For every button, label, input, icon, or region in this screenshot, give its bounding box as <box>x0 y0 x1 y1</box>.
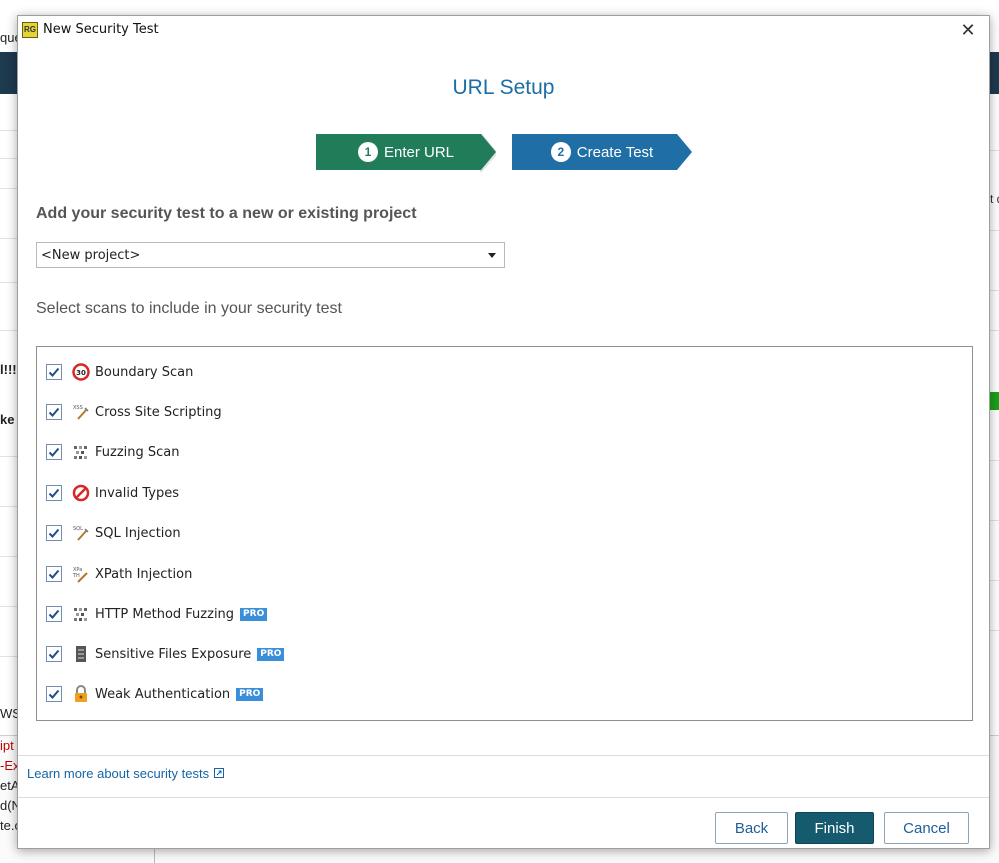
project-select-value: <New project> <box>41 248 141 263</box>
divider <box>18 797 989 798</box>
scan-checkbox[interactable] <box>46 525 62 541</box>
xss-icon: XSS <box>72 403 90 421</box>
external-link-icon <box>214 766 225 781</box>
close-button[interactable]: ✕ <box>955 18 981 42</box>
scan-label: XPath Injection <box>95 566 193 582</box>
bg-text: l!!! <box>0 362 17 377</box>
scan-checkbox[interactable] <box>46 444 62 460</box>
bg-text: ke <box>0 412 15 427</box>
scan-checkbox[interactable] <box>46 404 62 420</box>
pro-badge: PRO <box>240 607 268 621</box>
scan-label: Boundary Scan <box>95 364 194 380</box>
file-icon <box>72 645 90 663</box>
scan-label: Weak Authentication <box>95 686 231 702</box>
title-bar: RG New Security Test ✕ <box>18 16 989 44</box>
scan-checkbox[interactable] <box>46 566 62 582</box>
lock-icon <box>72 685 90 703</box>
boundary-icon: 30 <box>72 363 90 381</box>
scan-item-xss: XSS Cross Site Scripting <box>46 401 222 423</box>
learn-more-label: Learn more about security tests <box>27 766 210 781</box>
step-label: Create Test <box>576 143 654 161</box>
step-enter-url: 1 Enter URL <box>316 134 496 170</box>
cancel-button[interactable]: Cancel <box>884 812 969 844</box>
sql-icon: SQL <box>72 524 90 542</box>
divider <box>18 755 989 756</box>
new-security-test-dialog: RG New Security Test ✕ URL Setup 1 Enter… <box>17 15 990 849</box>
scan-checkbox[interactable] <box>46 686 62 702</box>
step-label: Enter URL <box>383 143 455 161</box>
scan-item-sensitive-files: Sensitive Files Exposure PRO <box>46 643 285 665</box>
http-fuzzing-icon <box>72 605 90 623</box>
scan-label: Cross Site Scripting <box>95 404 222 420</box>
app-logo-icon: RG <box>22 22 38 38</box>
fuzzing-icon <box>72 443 90 461</box>
scan-checkbox[interactable] <box>46 364 62 380</box>
pro-badge: PRO <box>236 687 264 701</box>
svg-text:30: 30 <box>76 369 86 377</box>
scan-item-sql: SQL SQL Injection <box>46 522 181 544</box>
scan-checkbox[interactable] <box>46 485 62 501</box>
learn-more-link[interactable]: Learn more about security tests <box>27 766 225 781</box>
project-heading: Add your security test to a new or exist… <box>36 205 417 222</box>
scan-checkbox[interactable] <box>46 646 62 662</box>
bg-text: t d <box>990 192 999 206</box>
xpath-icon: XPa TH <box>72 565 90 583</box>
pro-badge: PRO <box>257 647 285 661</box>
scan-label: Fuzzing Scan <box>95 444 180 460</box>
scan-item-invalid-types: Invalid Types <box>46 482 179 504</box>
scan-label: HTTP Method Fuzzing <box>95 606 235 622</box>
scan-item-http-method-fuzzing: HTTP Method Fuzzing PRO <box>46 603 268 625</box>
svg-text:XSS: XSS <box>73 405 83 411</box>
svg-text:SQL: SQL <box>73 526 83 532</box>
svg-text:TH: TH <box>72 573 80 579</box>
bg-text: ipt <box>0 738 14 753</box>
scan-checkbox[interactable] <box>46 606 62 622</box>
step-number: 1 <box>357 142 378 162</box>
scan-label: SQL Injection <box>95 525 181 541</box>
scans-heading: Select scans to include in your security… <box>36 300 342 317</box>
scan-item-boundary: 30 Boundary Scan <box>46 361 193 383</box>
finish-button[interactable]: Finish <box>795 812 874 844</box>
scan-label: Invalid Types <box>95 485 179 501</box>
project-select[interactable]: <New project> <box>36 242 505 268</box>
scan-label: Sensitive Files Exposure <box>95 646 252 662</box>
back-button[interactable]: Back <box>715 812 788 844</box>
scan-list: 30 Boundary Scan XSS Cross Site Scriptin… <box>36 346 973 721</box>
scan-item-xpath: XPa TH XPath Injection <box>46 563 192 585</box>
chevron-down-icon <box>488 253 496 258</box>
step-create-test: 2 Create Test <box>512 134 692 170</box>
invalid-types-icon <box>72 484 90 502</box>
page-title: URL Setup <box>452 76 555 99</box>
window-title: New Security Test <box>43 22 159 37</box>
step-number: 2 <box>550 142 571 162</box>
scan-item-weak-authentication: Weak Authentication PRO <box>46 683 264 705</box>
scan-item-fuzzing: Fuzzing Scan <box>46 441 180 463</box>
